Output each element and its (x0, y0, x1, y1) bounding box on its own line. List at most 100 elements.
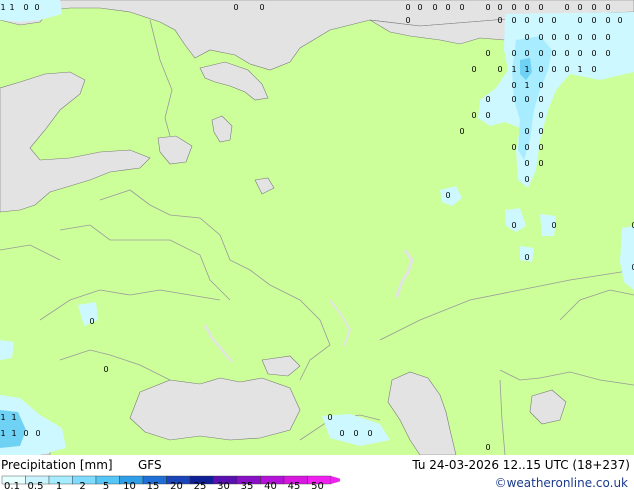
cell-value-label: 0 (524, 95, 529, 104)
cell-value-label: 0 (497, 3, 502, 12)
cell-value-label: 0 (577, 33, 582, 42)
cell-value-label: 1 (577, 65, 582, 74)
cell-value-label: 0 (577, 49, 582, 58)
cell-value-label: 0 (617, 16, 622, 25)
cell-value-label: 0 (551, 49, 556, 58)
legend-tick-label: 30 (217, 481, 230, 490)
legend-tick-label: 5 (102, 481, 110, 490)
cell-value-label: 0 (524, 159, 529, 168)
cell-value-label: 0 (591, 49, 596, 58)
cell-value-label: 0 (538, 16, 543, 25)
legend-tick-label: 45 (287, 481, 301, 490)
cell-value-label: 1 (0, 413, 5, 422)
map-page: 1100000000000000000000000000000000000000… (0, 0, 634, 490)
cell-value-label: 0 (405, 16, 410, 25)
cell-value-label: 0 (485, 95, 490, 104)
cell-value-label: 0 (89, 317, 94, 326)
cell-value-label: 0 (524, 49, 529, 58)
cell-value-label: 1 (511, 65, 516, 74)
cell-value-label: 0 (367, 429, 372, 438)
cell-value-label: 0 (511, 81, 516, 90)
cell-value-label: 0 (511, 3, 516, 12)
black-sea (129, 377, 301, 441)
cell-value-label: 0 (524, 253, 529, 262)
cell-value-label: 0 (471, 65, 476, 74)
cell-value-label: 0 (605, 33, 610, 42)
cell-value-label: 0 (538, 81, 543, 90)
cell-value-label: 0 (564, 33, 569, 42)
cell-value-label: 0 (524, 127, 529, 136)
legend-tick-label: 20 (170, 481, 183, 490)
cell-value-label: 0 (327, 413, 332, 422)
legend-tick-label: 15 (146, 481, 160, 490)
cell-value-label: 0 (524, 3, 529, 12)
cell-value-label: 0 (23, 429, 28, 438)
cell-value-label: 0 (259, 3, 264, 12)
cell-value-label: 0 (432, 3, 437, 12)
cell-value-label: 0 (405, 3, 410, 12)
cell-value-label: 0 (538, 65, 543, 74)
cell-value-label: 0 (538, 111, 543, 120)
cell-value-label: 0 (538, 95, 543, 104)
cell-value-label: 0 (417, 3, 422, 12)
legend-tick-label: 2 (79, 481, 86, 490)
cell-value-label: 0 (34, 3, 39, 12)
cell-value-label: 1 (11, 413, 16, 422)
legend-tick-label: 50 (311, 481, 324, 490)
cell-value-label: 0 (233, 3, 238, 12)
cell-value-label: 0 (511, 143, 516, 152)
precipitation-map: 1 1 0 0 0 0 0 0 0 0 0 0 0 0 0 0 0 0 0 00 0 0 0 0 0 0 0 0 00 0 0 0 0 0 00 0 0… (0, 0, 634, 455)
model-name: GFS (138, 458, 162, 472)
colorbar-arrow (331, 476, 340, 484)
cell-value-label: 0 (538, 143, 543, 152)
cell-value-label: 1 (11, 429, 16, 438)
legend-tick-label: 0.5 (27, 481, 44, 490)
cell-value-label: 0 (538, 33, 543, 42)
cell-value-label: 0 (577, 3, 582, 12)
forecast-datetime: Tu 24-03-2026 12..15 UTC (18+237) (412, 458, 630, 472)
cell-value-label: 1 (524, 81, 529, 90)
cell-value-label: 0 (591, 16, 596, 25)
cell-value-label: 0 (551, 65, 556, 74)
cell-value-label: 0 (445, 3, 450, 12)
cell-value-label: 1 (524, 65, 529, 74)
cell-value-label: 0 (524, 175, 529, 184)
cell-value-label: 0 (605, 49, 610, 58)
cell-value-label: 0 (339, 429, 344, 438)
cell-value-label: 0 (591, 33, 596, 42)
legend-tick-label: 40 (264, 481, 277, 490)
cell-value-label: 0 (564, 49, 569, 58)
cell-value-label: 0 (538, 159, 543, 168)
credit-link[interactable]: ©weatheronline.co.uk (495, 476, 628, 490)
cell-value-label: 0 (524, 143, 529, 152)
cell-value-label: 0 (551, 16, 556, 25)
legend-tick-label: 35 (240, 481, 254, 490)
cell-value-label: 0 (524, 33, 529, 42)
cell-value-label: 0 (497, 65, 502, 74)
legend-tick-label: 0.1 (4, 481, 20, 490)
cell-value-label: 0 (471, 111, 476, 120)
cell-value-label: 0 (564, 65, 569, 74)
cell-value-label: 0 (511, 95, 516, 104)
legend-tick-label: 10 (123, 481, 136, 490)
cell-value-label: 0 (485, 49, 490, 58)
cell-value-label: 0 (511, 221, 516, 230)
cell-value-label: 0 (577, 16, 582, 25)
cell-value-label: 0 (551, 33, 556, 42)
cell-value-label: 0 (23, 3, 28, 12)
legend-bar: Precipitation [mm] GFS Tu 24-03-2026 12.… (0, 455, 634, 490)
cell-value-label: 0 (459, 3, 464, 12)
cell-value-label: 0 (591, 65, 596, 74)
cell-value-label: 1 (9, 3, 14, 12)
cell-value-label: 0 (511, 49, 516, 58)
cell-value-label: 0 (103, 365, 108, 374)
legend-tick-label: 1 (55, 481, 63, 490)
cell-value-label: 1 (0, 3, 5, 12)
cell-value-label: 0 (591, 3, 596, 12)
cell-value-label: 0 (485, 111, 490, 120)
cell-value-label: 0 (459, 127, 464, 136)
cell-value-label: 0 (511, 16, 516, 25)
precip-area-carpathian (0, 340, 14, 360)
cell-value-label: 0 (485, 443, 490, 452)
legend-tick-label: 25 (193, 481, 207, 490)
